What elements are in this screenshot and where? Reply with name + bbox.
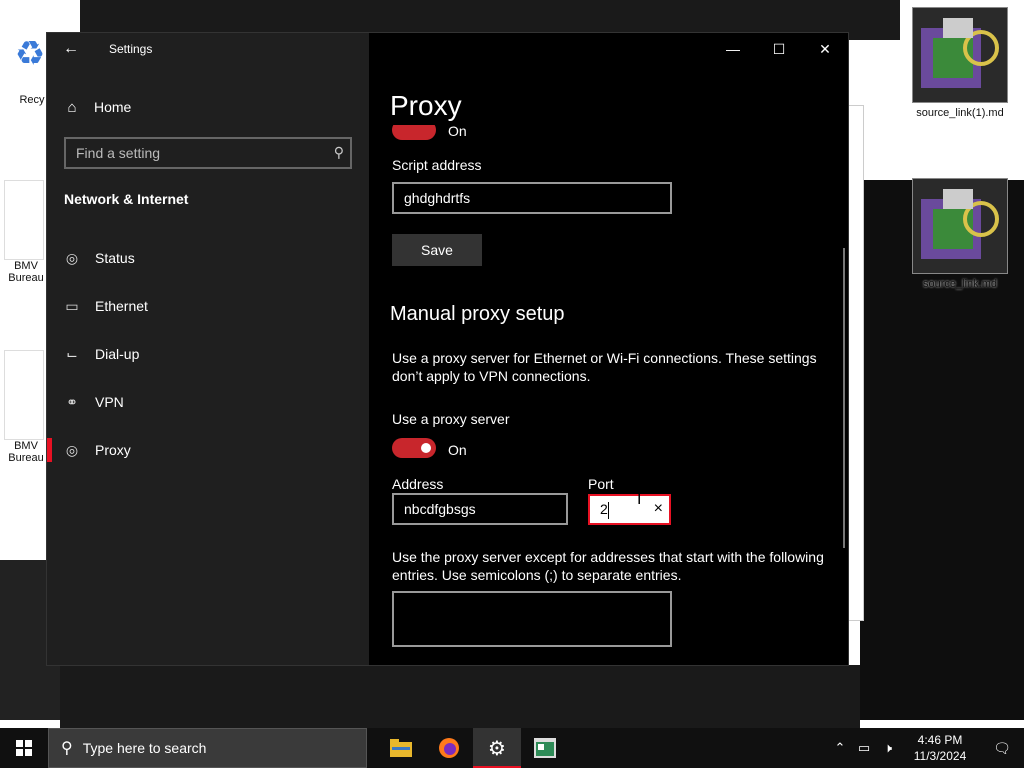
exceptions-description: Use the proxy server except for addresse… xyxy=(392,549,824,583)
exceptions-input[interactable] xyxy=(392,591,672,647)
back-arrow-icon[interactable]: ← xyxy=(59,39,83,59)
use-proxy-toggle-state: On xyxy=(448,442,467,458)
ibeam-cursor-icon: I xyxy=(637,491,642,508)
save-button[interactable]: Save xyxy=(392,234,482,266)
title-bar: ← Settings — ☐ ✕ xyxy=(47,33,848,65)
wallpaper-shape xyxy=(60,665,860,728)
recycle-bin-glyph-icon: ♻ xyxy=(14,35,46,73)
sidebar-item-ethernet[interactable]: ▭ Ethernet xyxy=(47,282,369,330)
section-title: Network & Internet xyxy=(64,191,189,207)
page-title: Proxy xyxy=(390,90,462,121)
home-icon: ⌂ xyxy=(67,98,77,116)
clock-time: 4:46 PM xyxy=(917,733,963,747)
network-icon[interactable]: ▭ xyxy=(852,740,876,756)
port-label: Port xyxy=(588,476,614,492)
window-title: Settings xyxy=(109,42,153,56)
desktop-icon-label: BMV Bureau xyxy=(8,440,44,464)
desktop-icon-label: BMV Bureau xyxy=(8,260,44,284)
windows-logo-icon xyxy=(16,740,32,756)
close-button[interactable]: ✕ xyxy=(802,33,848,65)
taskbar-search-placeholder: Type here to search xyxy=(82,740,207,756)
manual-proxy-description: Use a proxy server for Ethernet or Wi-Fi… xyxy=(392,350,817,384)
clear-icon[interactable]: × xyxy=(654,500,663,518)
sidebar-item-label: VPN xyxy=(95,394,124,410)
sidebar-item-proxy[interactable]: ◎ Proxy xyxy=(47,426,369,474)
desktop-file-label: source_link(1).md xyxy=(916,107,1004,119)
main-content: On Proxy Script address ghdghdrtfs Save … xyxy=(369,33,848,665)
background-window-edge xyxy=(848,105,864,621)
home-nav[interactable]: ⌂ Home xyxy=(64,95,131,119)
desktop-file-label: source_link.md xyxy=(923,278,997,290)
notification-icon[interactable]: 🗨 xyxy=(980,740,1024,757)
clock-date: 11/3/2024 xyxy=(913,749,967,763)
minimize-button[interactable]: — xyxy=(710,33,756,65)
dialup-icon: ⌙ xyxy=(66,345,78,362)
maximize-button[interactable]: ☐ xyxy=(756,33,802,65)
toggle-knob xyxy=(421,443,431,453)
script-address-label: Script address xyxy=(392,157,482,173)
sidebar-item-status[interactable]: ◎ Status xyxy=(47,234,369,282)
archive-image-icon xyxy=(912,178,1008,274)
port-value: 2 xyxy=(600,501,608,517)
settings-gear-icon[interactable]: ⚙ xyxy=(473,728,521,768)
home-label: Home xyxy=(94,99,132,115)
desktop-shortcut-icon[interactable]: BMV Bureau xyxy=(4,350,48,464)
document-icon xyxy=(4,180,44,260)
desktop-shortcut-icon[interactable]: BMV Bureau xyxy=(4,180,48,284)
auto-setup-toggle-state: On xyxy=(448,123,467,139)
sidebar-item-label: Status xyxy=(95,250,135,266)
sidebar-nav: ◎ Status ▭ Ethernet ⌙ Dial-up ⚭ VPN ◎ Pr… xyxy=(47,234,369,474)
search-icon[interactable]: ⚲ xyxy=(334,144,344,161)
address-input[interactable]: nbcdfgbsgs xyxy=(392,493,568,525)
sidebar-item-vpn[interactable]: ⚭ VPN xyxy=(47,378,369,426)
notepad-app-icon[interactable] xyxy=(521,728,569,768)
find-setting-search[interactable]: ⚲ xyxy=(64,137,352,169)
globe-icon: ◎ xyxy=(65,249,79,266)
archive-image-icon xyxy=(912,7,1008,103)
manual-proxy-heading: Manual proxy setup xyxy=(390,303,565,325)
script-address-input[interactable]: ghdghdrtfs xyxy=(392,182,672,214)
firefox-icon[interactable] xyxy=(425,728,473,768)
port-input[interactable]: 2 × xyxy=(588,494,671,525)
desktop-file-icon[interactable]: source_link.md xyxy=(912,178,1008,290)
use-proxy-label: Use a proxy server xyxy=(392,411,510,427)
taskbar: ⚲ Type here to search ⚙ ⌃ ▭ 🕨 4:46 PM 11… xyxy=(0,728,1024,768)
desktop-file-icon[interactable]: source_link(1).md xyxy=(912,7,1008,119)
file-explorer-icon[interactable] xyxy=(377,728,425,768)
gear-icon: ⚙ xyxy=(488,737,506,760)
sidebar-item-dialup[interactable]: ⌙ Dial-up xyxy=(47,330,369,378)
use-proxy-toggle[interactable] xyxy=(392,438,436,458)
sidebar-item-label: Ethernet xyxy=(95,298,148,314)
text-caret xyxy=(608,502,609,519)
sidebar-item-label: Dial-up xyxy=(95,346,140,362)
settings-window: ⌂ Home ⚲ Network & Internet ◎ Status ▭ E… xyxy=(47,33,848,665)
document-icon xyxy=(4,350,44,440)
sidebar: ⌂ Home ⚲ Network & Internet ◎ Status ▭ E… xyxy=(47,33,369,665)
chevron-up-icon[interactable]: ⌃ xyxy=(828,740,852,756)
sidebar-item-label: Proxy xyxy=(95,442,131,458)
start-button[interactable] xyxy=(0,728,48,768)
search-icon: ⚲ xyxy=(61,740,73,757)
ethernet-icon: ▭ xyxy=(65,297,79,314)
system-tray: ⌃ ▭ 🕨 4:46 PM 11/3/2024 🗨 xyxy=(828,728,1024,768)
scrollbar[interactable] xyxy=(843,248,845,548)
vpn-icon: ⚭ xyxy=(66,393,78,410)
volume-icon[interactable]: 🕨 xyxy=(876,740,900,756)
address-label: Address xyxy=(392,476,444,492)
search-input[interactable] xyxy=(66,139,316,167)
globe-icon: ◎ xyxy=(65,441,79,458)
clock[interactable]: 4:46 PM 11/3/2024 xyxy=(900,732,980,764)
taskbar-search[interactable]: ⚲ Type here to search xyxy=(48,728,367,768)
